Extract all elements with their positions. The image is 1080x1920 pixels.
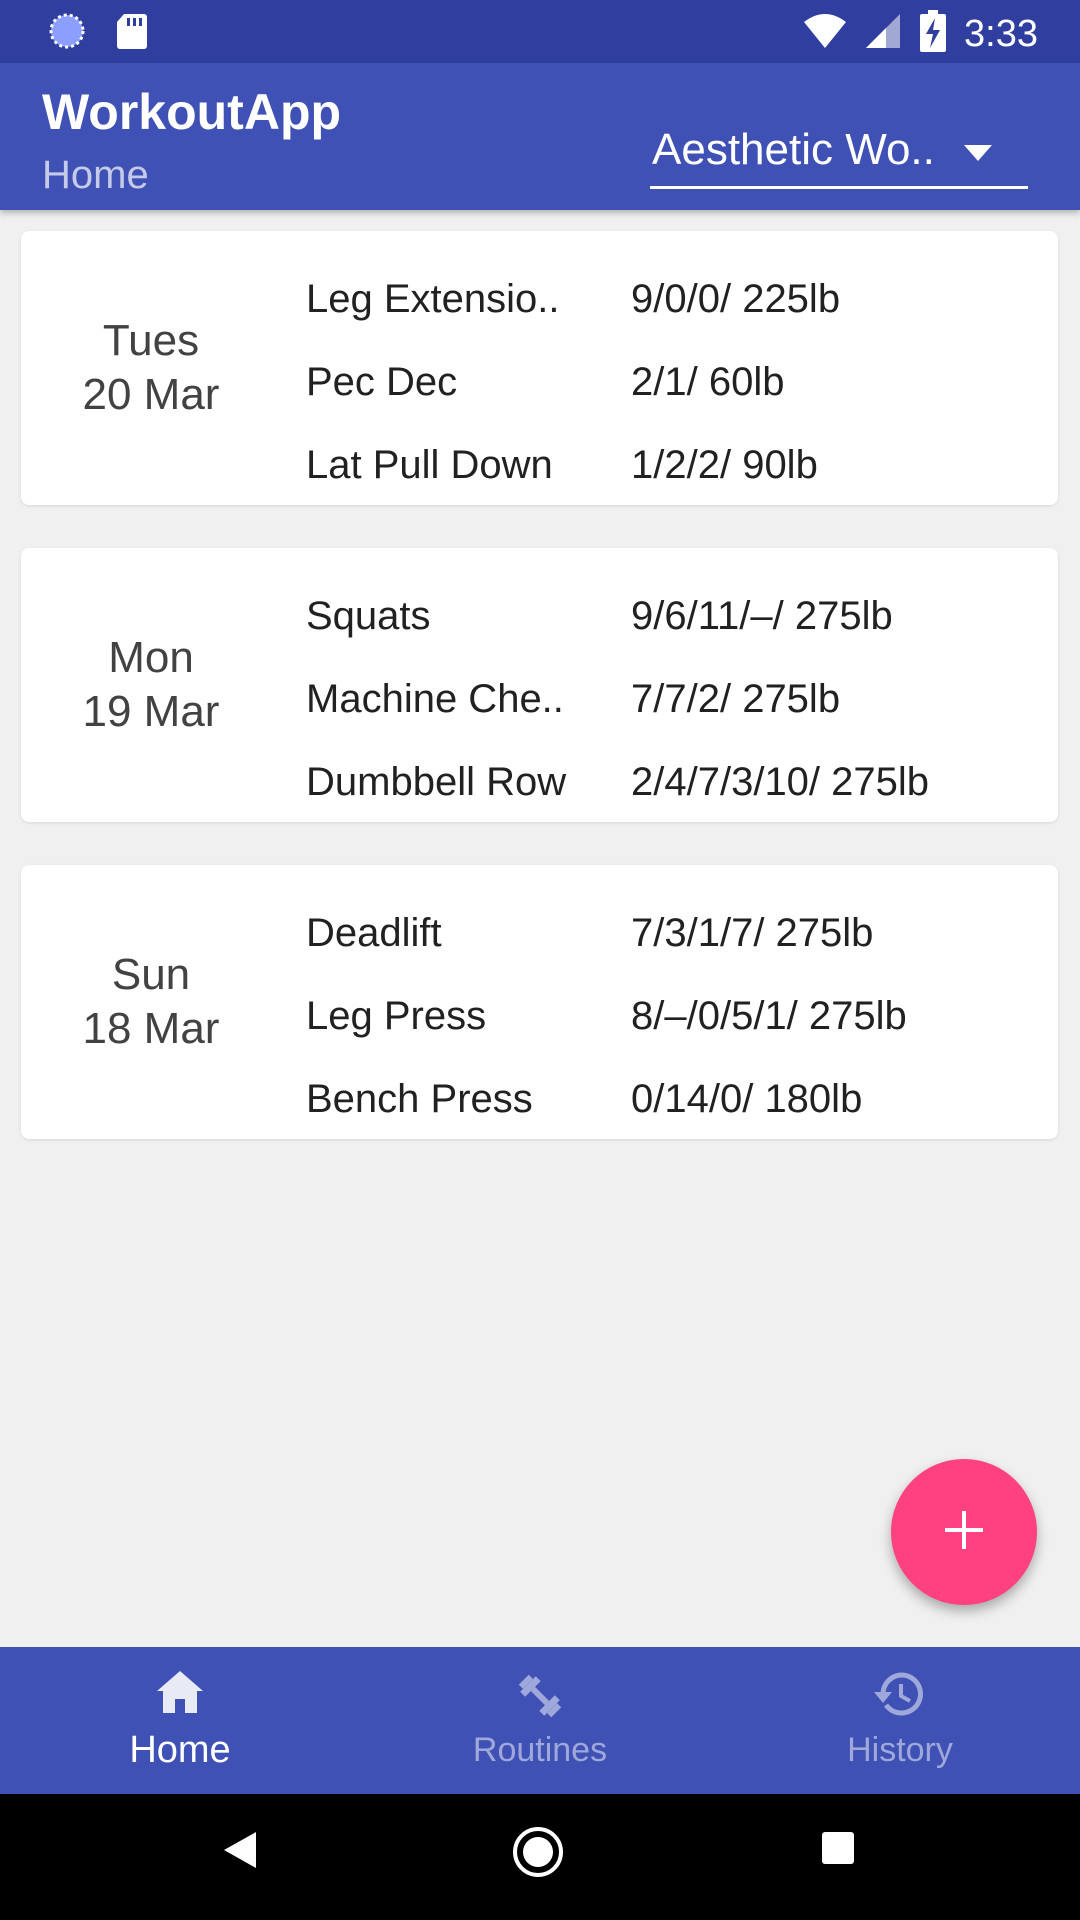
workout-date: Mon 19 Mar xyxy=(21,548,281,822)
exercise-row: Leg Press 8/–/0/5/1/ 275lb xyxy=(306,975,907,1058)
exercise-sets: 7/7/2/ 275lb xyxy=(631,677,841,721)
app-title: WorkoutApp xyxy=(42,84,342,140)
app-bar: WorkoutApp Home Aesthetic Wo.. xyxy=(0,63,1080,210)
workout-day: Mon xyxy=(108,633,194,682)
workout-day: Tues xyxy=(102,316,200,365)
workout-card[interactable]: Sun 18 Mar Deadlift 7/3/1/7/ 275lb Leg P… xyxy=(21,865,1058,1139)
history-icon xyxy=(720,1669,1080,1719)
exercise-name: Leg Extensio.. xyxy=(306,277,560,321)
home-icon xyxy=(0,1669,360,1715)
exercise-row: Lat Pull Down 1/2/2/ 90lb xyxy=(306,424,840,507)
exercise-name: Squats xyxy=(306,594,431,638)
exercise-row: Squats 9/6/11/–/ 275lb xyxy=(306,575,929,658)
home-button-icon[interactable] xyxy=(512,1826,564,1883)
nav-home-label: Home xyxy=(129,1729,231,1771)
exercise-name: Pec Dec xyxy=(306,360,458,404)
workout-date-value: 18 Mar xyxy=(82,1004,220,1053)
nav-history[interactable]: History xyxy=(720,1647,1080,1794)
dropdown-arrow-icon xyxy=(964,145,992,166)
exercise-row: Dumbbell Row 2/4/7/3/10/ 275lb xyxy=(306,741,929,824)
exercise-row: Bench Press 0/14/0/ 180lb xyxy=(306,1058,907,1141)
exercise-sets: 2/1/ 60lb xyxy=(631,360,785,404)
status-bar: 3:33 xyxy=(0,0,1080,63)
exercise-sets: 2/4/7/3/10/ 275lb xyxy=(631,760,930,804)
nav-routines-label: Routines xyxy=(472,1731,608,1769)
nav-history-label: History xyxy=(847,1731,953,1769)
signal-icon xyxy=(866,12,902,55)
exercise-name: Machine Che.. xyxy=(306,677,564,721)
nav-routines[interactable]: Routines xyxy=(360,1647,720,1794)
workout-date-value: 20 Mar xyxy=(82,370,220,419)
exercise-sets: 7/3/1/7/ 275lb xyxy=(631,911,874,955)
exercise-row: Machine Che.. 7/7/2/ 275lb xyxy=(306,658,929,741)
exercise-name: Lat Pull Down xyxy=(306,443,553,487)
workout-card[interactable]: Mon 19 Mar Squats 9/6/11/–/ 275lb Machin… xyxy=(21,548,1058,822)
workout-date: Tues 20 Mar xyxy=(21,231,281,505)
exercise-sets: 1/2/2/ 90lb xyxy=(631,443,818,487)
exercise-sets: 0/14/0/ 180lb xyxy=(631,1077,863,1121)
workout-date: Sun 18 Mar xyxy=(21,865,281,1139)
system-navigation-bar xyxy=(0,1794,1080,1920)
exercise-name: Dumbbell Row xyxy=(306,760,567,804)
exercise-sets: 9/6/11/–/ 275lb xyxy=(631,594,893,638)
exercise-name: Deadlift xyxy=(306,911,442,955)
nav-home[interactable]: Home xyxy=(0,1647,360,1794)
exercise-sets: 8/–/0/5/1/ 275lb xyxy=(631,994,907,1038)
exercise-row: Deadlift 7/3/1/7/ 275lb xyxy=(306,892,907,975)
exercise-name: Bench Press xyxy=(306,1077,533,1121)
exercise-sets: 9/0/0/ 225lb xyxy=(631,277,841,321)
status-time: 3:33 xyxy=(964,12,1038,55)
bottom-navigation: Home Routines History xyxy=(0,1647,1080,1794)
workout-list: Tues 20 Mar Leg Extensio.. 9/0/0/ 225lb … xyxy=(0,210,1080,1647)
back-icon[interactable] xyxy=(222,1830,258,1875)
workout-card[interactable]: Tues 20 Mar Leg Extensio.. 9/0/0/ 225lb … xyxy=(21,231,1058,505)
workout-date-value: 19 Mar xyxy=(82,687,220,736)
sync-icon xyxy=(48,12,86,55)
exercise-row: Leg Extensio.. 9/0/0/ 225lb xyxy=(306,258,840,341)
routine-dropdown[interactable]: Aesthetic Wo.. xyxy=(650,105,1028,189)
sd-card-icon xyxy=(116,12,148,55)
wifi-icon xyxy=(802,12,848,55)
recents-icon[interactable] xyxy=(820,1830,856,1871)
plus-icon xyxy=(943,1509,985,1556)
dumbbell-icon xyxy=(360,1669,720,1723)
workout-day: Sun xyxy=(111,950,191,999)
page-subtitle: Home xyxy=(42,153,149,197)
battery-charging-icon xyxy=(920,10,947,57)
exercise-name: Leg Press xyxy=(306,994,487,1038)
add-workout-button[interactable] xyxy=(891,1459,1037,1605)
exercise-row: Pec Dec 2/1/ 60lb xyxy=(306,341,840,424)
routine-dropdown-value: Aesthetic Wo.. xyxy=(652,125,935,174)
